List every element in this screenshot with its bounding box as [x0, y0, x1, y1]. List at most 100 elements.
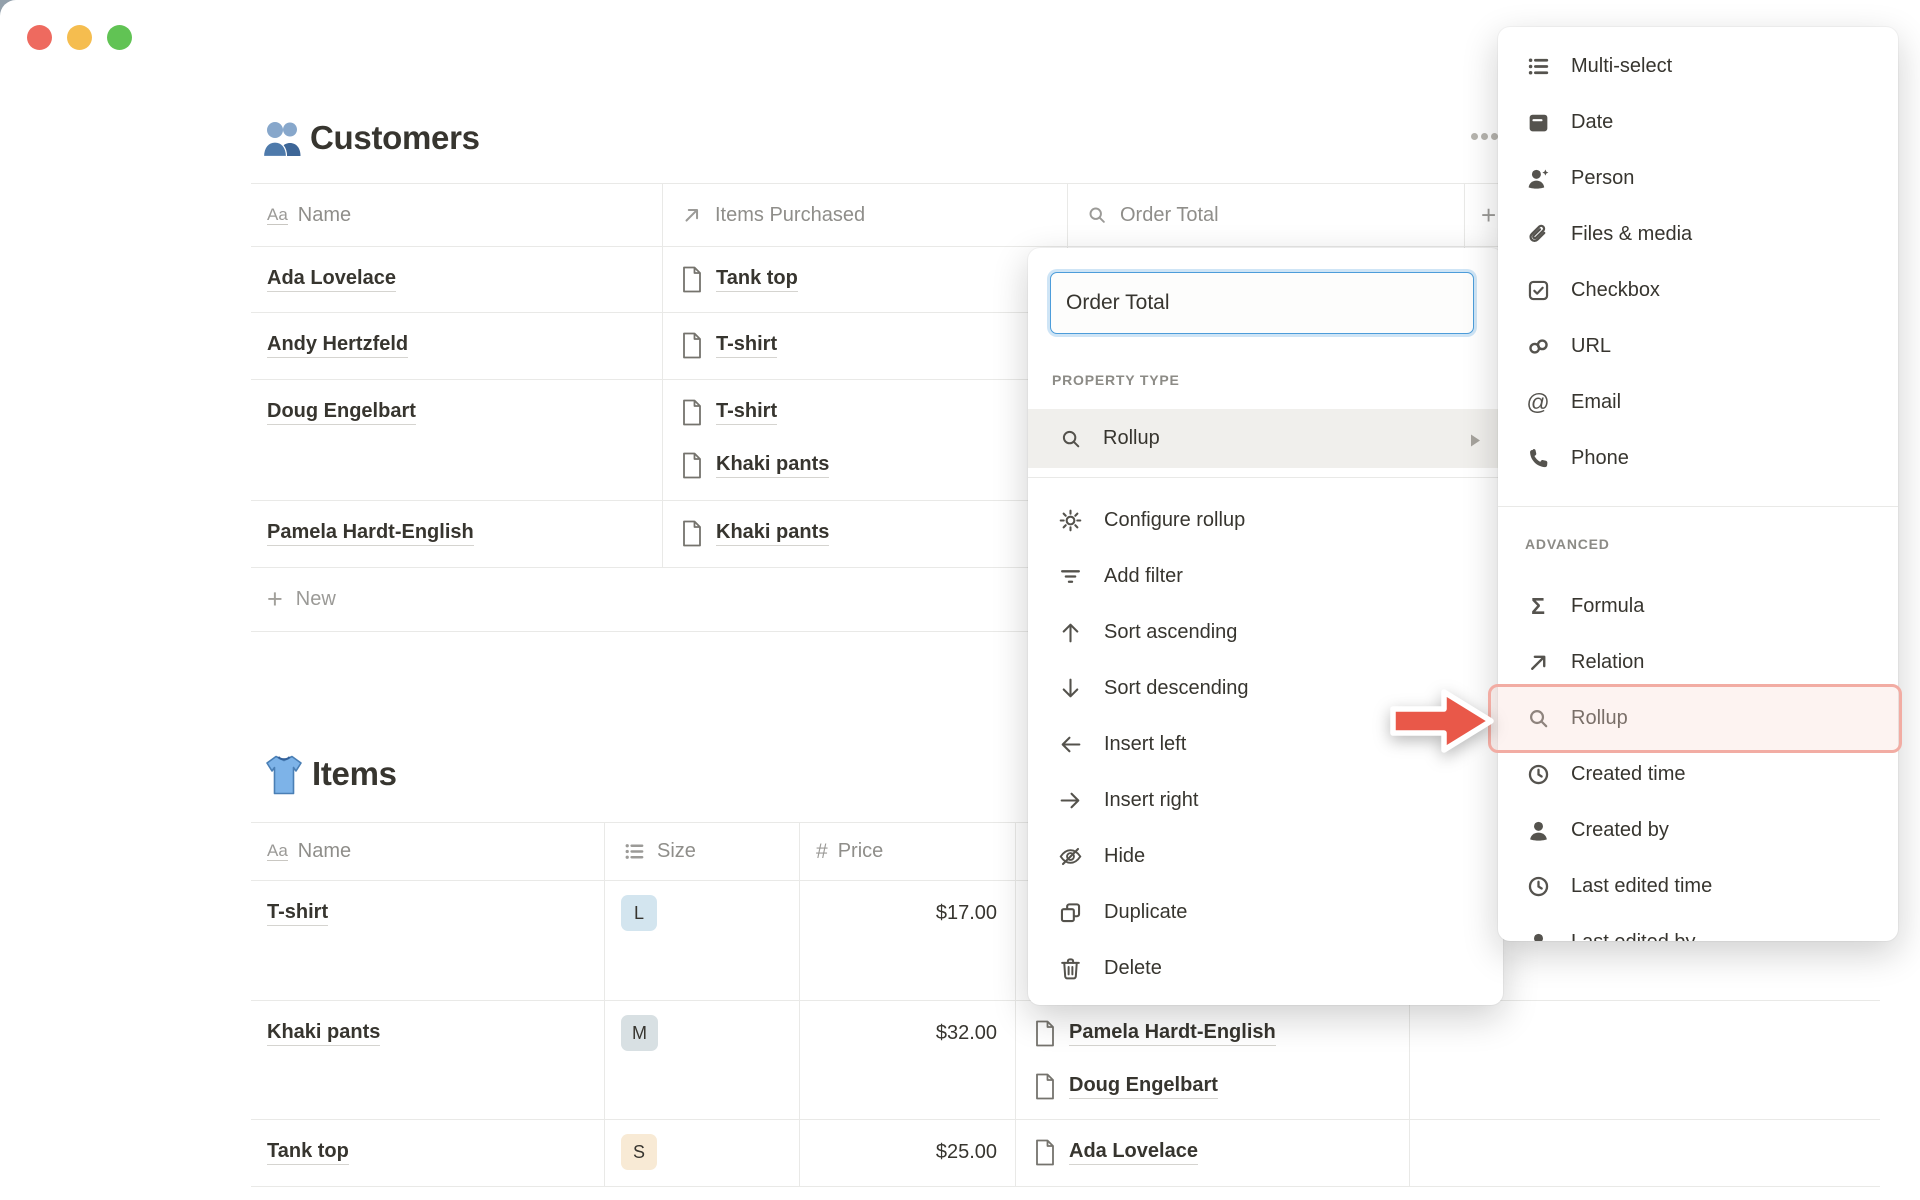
- clock-icon: [1525, 873, 1551, 899]
- plus-icon: +: [1481, 199, 1497, 230]
- menu-item-checkbox[interactable]: Checkbox: [1498, 262, 1898, 318]
- page-link[interactable]: T-shirt: [716, 400, 778, 425]
- arrow-left-icon: [1057, 731, 1083, 757]
- menu-item-configure-rollup[interactable]: Configure rollup: [1028, 492, 1503, 548]
- minimize-button[interactable]: [67, 25, 92, 50]
- size-tag[interactable]: M: [621, 1015, 658, 1051]
- table-row[interactable]: Tank top S $25.00 Ada Lovelace: [251, 1120, 1880, 1187]
- menu-item-phone[interactable]: Phone: [1498, 430, 1898, 486]
- size-cell[interactable]: L: [605, 881, 800, 1000]
- column-header-order-total[interactable]: Order Total: [1068, 184, 1465, 246]
- paperclip-icon: [1525, 221, 1551, 247]
- property-name-input[interactable]: [1050, 272, 1474, 334]
- menu-item-date[interactable]: Date: [1498, 94, 1898, 150]
- page-link[interactable]: Tank top: [716, 267, 798, 292]
- column-label: Size: [657, 840, 696, 862]
- items-purchased-cell[interactable]: T-shirt Khaki pants: [663, 380, 1068, 500]
- menu-item-email[interactable]: @ Email: [1498, 374, 1898, 430]
- price-value: $25.00: [935, 1140, 997, 1163]
- person-icon: [1525, 929, 1551, 941]
- zoom-button[interactable]: [107, 25, 132, 50]
- page-link[interactable]: Khaki pants: [716, 453, 830, 478]
- menu-item-label: Email: [1571, 390, 1622, 413]
- page-link[interactable]: Khaki pants: [716, 521, 830, 546]
- purchased-by-cell[interactable]: Pamela Hardt-English Doug Engelbart: [1016, 1001, 1410, 1119]
- menu-item-label: Created time: [1571, 762, 1686, 785]
- menu-item-created-by[interactable]: Created by: [1498, 802, 1898, 858]
- menu-item-url[interactable]: URL: [1498, 318, 1898, 374]
- page-link[interactable]: Andy Hertzfeld: [267, 333, 409, 358]
- menu-item-multi-select[interactable]: Multi-select: [1498, 38, 1898, 94]
- menu-item-created-time[interactable]: Created time: [1498, 746, 1898, 802]
- name-cell[interactable]: T-shirt: [251, 881, 605, 1000]
- menu-item-delete[interactable]: Delete: [1028, 940, 1503, 996]
- menu-item-files-media[interactable]: Files & media: [1498, 206, 1898, 262]
- clock-icon: [1525, 761, 1551, 787]
- empty-cell: [1410, 1001, 1880, 1119]
- bullet-list-icon: [621, 839, 647, 865]
- items-purchased-cell[interactable]: Tank top: [663, 247, 1068, 312]
- name-cell[interactable]: Ada Lovelace: [251, 247, 663, 312]
- column-header-size[interactable]: Size: [605, 823, 800, 880]
- name-cell[interactable]: Doug Engelbart: [251, 380, 663, 500]
- page-link[interactable]: T-shirt: [267, 901, 329, 926]
- items-purchased-cell[interactable]: T-shirt: [663, 313, 1068, 379]
- name-cell[interactable]: Khaki pants: [251, 1001, 605, 1119]
- menu-item-last-edited-by[interactable]: Last edited by: [1498, 914, 1898, 941]
- page-link[interactable]: Pamela Hardt-English: [267, 521, 474, 546]
- price-cell[interactable]: $17.00: [800, 881, 1016, 1000]
- column-header-items-purchased[interactable]: Items Purchased: [663, 184, 1068, 246]
- menu-item-add-filter[interactable]: Add filter: [1028, 548, 1503, 604]
- menu-item-duplicate[interactable]: Duplicate: [1028, 884, 1503, 940]
- menu-item-last-edited-time[interactable]: Last edited time: [1498, 858, 1898, 914]
- page-link[interactable]: T-shirt: [716, 333, 778, 358]
- page-icon: [679, 399, 705, 425]
- menu-item-formula[interactable]: Σ Formula: [1498, 578, 1898, 634]
- menu-item-hide[interactable]: Hide: [1028, 828, 1503, 884]
- size-tag[interactable]: S: [621, 1134, 657, 1170]
- menu-item-label: Add filter: [1104, 564, 1183, 587]
- column-header-name[interactable]: Aa Name: [251, 184, 663, 246]
- price-cell[interactable]: $25.00: [800, 1120, 1016, 1186]
- menu-item-label: Insert left: [1104, 732, 1187, 755]
- relation-arrow-icon: [1525, 649, 1551, 675]
- purchased-by-cell[interactable]: Ada Lovelace: [1016, 1120, 1410, 1186]
- page-link[interactable]: Khaki pants: [267, 1021, 381, 1046]
- page-link[interactable]: Ada Lovelace: [1069, 1140, 1198, 1165]
- ellipsis-icon: [1481, 133, 1488, 140]
- page-link[interactable]: Pamela Hardt-English: [1069, 1021, 1276, 1046]
- size-cell[interactable]: M: [605, 1001, 800, 1119]
- page-link[interactable]: Ada Lovelace: [267, 267, 396, 292]
- menu-item-person[interactable]: Person: [1498, 150, 1898, 206]
- price-cell[interactable]: $32.00: [800, 1001, 1016, 1119]
- calendar-icon: [1525, 109, 1551, 135]
- page-link[interactable]: Tank top: [267, 1140, 349, 1165]
- at-sign-icon: @: [1526, 388, 1550, 415]
- page-link[interactable]: Doug Engelbart: [267, 400, 416, 425]
- size-tag[interactable]: L: [621, 895, 657, 931]
- menu-item-relation[interactable]: Relation: [1498, 634, 1898, 690]
- items-purchased-cell[interactable]: Khaki pants: [663, 501, 1068, 567]
- arrow-down-icon: [1057, 675, 1083, 701]
- name-cell[interactable]: Andy Hertzfeld: [251, 313, 663, 379]
- page-link[interactable]: Doug Engelbart: [1069, 1074, 1218, 1099]
- name-cell[interactable]: Pamela Hardt-English: [251, 501, 663, 567]
- table-row[interactable]: Khaki pants M $32.00 Pamela Hardt-Englis…: [251, 1001, 1880, 1120]
- close-button[interactable]: [27, 25, 52, 50]
- column-header-name[interactable]: Aa Name: [251, 823, 605, 880]
- name-cell[interactable]: Tank top: [251, 1120, 605, 1186]
- page-icon: [1032, 1020, 1058, 1046]
- table-options-button[interactable]: [1471, 133, 1498, 140]
- red-arrow-annotation: [1386, 681, 1498, 766]
- column-header-price[interactable]: # Price: [800, 823, 1016, 880]
- menu-item-label: Created by: [1571, 818, 1669, 841]
- menu-item-sort-ascending[interactable]: Sort ascending: [1028, 604, 1503, 660]
- magnifier-icon: [1525, 705, 1551, 731]
- sigma-icon: Σ: [1531, 592, 1545, 619]
- menu-item-rollup[interactable]: Rollup: [1498, 690, 1898, 746]
- menu-item-property-type-rollup[interactable]: Rollup: [1028, 409, 1503, 468]
- eye-slash-icon: [1057, 843, 1083, 869]
- customers-title: Customers: [261, 114, 480, 162]
- menu-item-insert-right[interactable]: Insert right: [1028, 772, 1503, 828]
- size-cell[interactable]: S: [605, 1120, 800, 1186]
